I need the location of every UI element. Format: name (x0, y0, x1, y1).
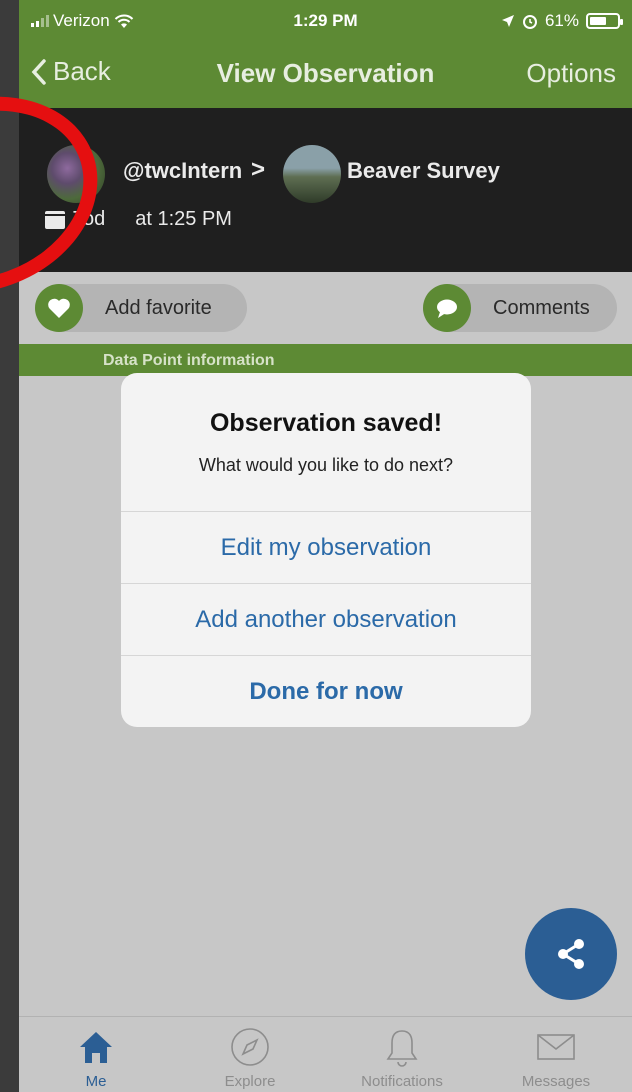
tab-explore[interactable]: Explore (175, 1027, 325, 1090)
comments-button[interactable]: Comments (423, 284, 617, 332)
date-row: Tod at 1:25 PM (45, 208, 232, 231)
add-favorite-label: Add favorite (105, 296, 212, 319)
edit-observation-button[interactable]: Edit my observation (121, 511, 531, 583)
location-arrow-icon (501, 15, 514, 27)
tab-notifications-label: Notifications (361, 1073, 443, 1090)
dialog-title: Observation saved! (209, 409, 443, 437)
section-header: Data Point information (19, 344, 632, 376)
user-avatar[interactable] (47, 145, 105, 203)
comment-bubble-icon (423, 284, 471, 332)
compass-icon (231, 1028, 269, 1066)
tab-bar: Me Explore Notifications Messages (19, 1016, 632, 1092)
chevron-right-icon: > (251, 156, 266, 183)
left-margin (0, 0, 19, 1092)
add-favorite-button[interactable]: Add favorite (35, 284, 247, 332)
tab-me[interactable]: Me (21, 1027, 171, 1090)
tab-messages-label: Messages (521, 1073, 591, 1090)
action-row: Add favorite Comments (19, 272, 632, 344)
heart-icon (35, 284, 83, 332)
project-avatar[interactable] (283, 145, 341, 203)
alarm-icon (522, 15, 537, 29)
envelope-icon (537, 1034, 575, 1060)
nav-bar: Back View Observation Options (19, 44, 632, 108)
status-right: 61% (501, 11, 623, 31)
options-button[interactable]: Options (526, 58, 616, 89)
share-icon (558, 939, 584, 969)
date-text: Tod (73, 208, 106, 230)
home-icon (80, 1032, 112, 1063)
phone-screen: Verizon 1:29 PM 61% Back View Observatio (19, 0, 632, 1092)
battery-icon (586, 13, 623, 29)
battery-percent: 61% (544, 11, 579, 30)
username-link[interactable]: @twcIntern (123, 158, 242, 184)
add-another-observation-button[interactable]: Add another observation (121, 583, 531, 655)
status-bar: Verizon 1:29 PM 61% (19, 0, 632, 44)
done-for-now-button[interactable]: Done for now (121, 655, 531, 727)
saved-alert-dialog: Observation saved! What would you like t… (121, 373, 531, 727)
bell-icon (386, 1030, 418, 1067)
time-text: at 1:25 PM (135, 208, 232, 230)
tab-notifications[interactable]: Notifications (327, 1027, 477, 1090)
comments-label: Comments (493, 296, 590, 319)
tab-explore-label: Explore (224, 1073, 276, 1090)
share-button[interactable] (525, 908, 617, 1000)
tab-me-label: Me (85, 1073, 107, 1090)
calendar-icon (45, 210, 65, 229)
dialog-message: What would you like to do next? (198, 455, 454, 475)
tab-messages[interactable]: Messages (481, 1027, 631, 1090)
project-link[interactable]: Beaver Survey (347, 158, 500, 184)
observation-header: @twcIntern > Beaver Survey Tod at 1:25 P… (19, 108, 632, 272)
top-bar: Verizon 1:29 PM 61% Back View Observatio (19, 0, 632, 108)
